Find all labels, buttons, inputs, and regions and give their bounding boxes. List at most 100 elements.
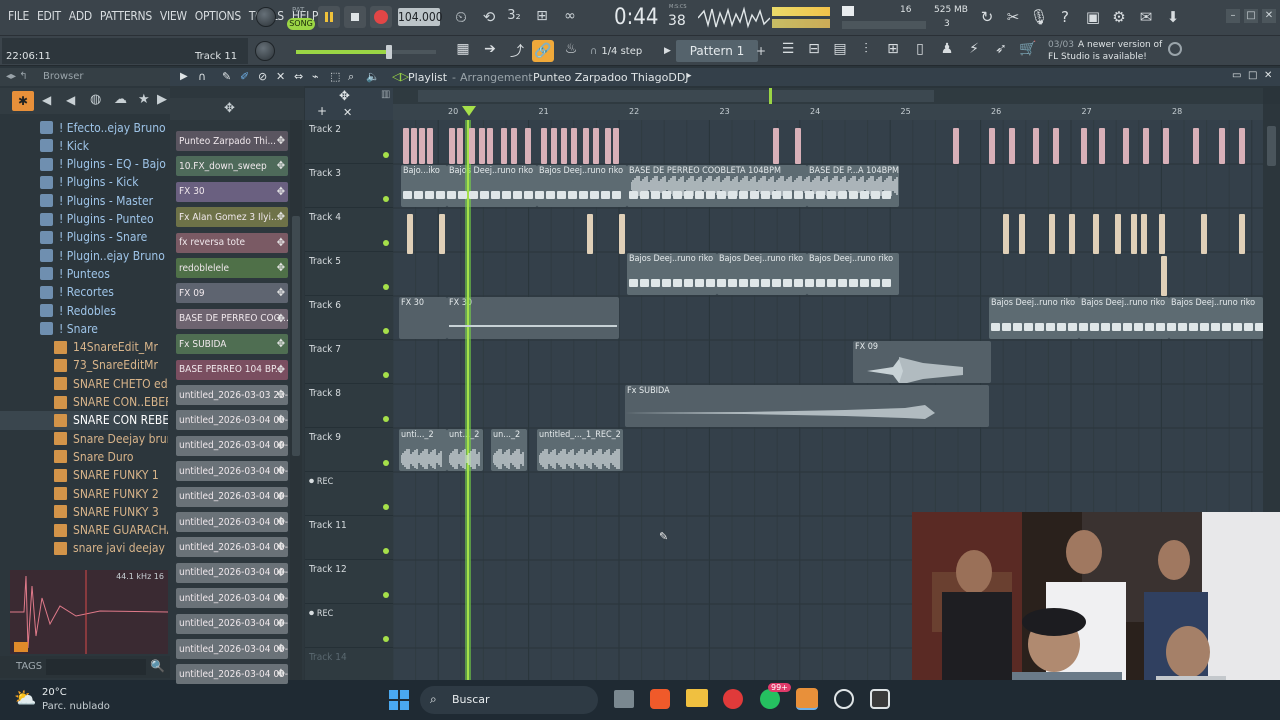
playlist-minimize-button[interactable]: ▭: [1232, 70, 1241, 81]
help-icon[interactable]: ?: [1054, 8, 1076, 28]
browser-item[interactable]: Snare Duro: [0, 447, 168, 466]
plugin-picker-icon[interactable]: ♟: [937, 41, 957, 61]
channel-button[interactable]: untitled_2026-03-04 00-... ✥: [176, 613, 288, 634]
clip-bajos[interactable]: Bajos Deej..runo riko: [537, 165, 627, 207]
clip-fx-30[interactable]: FX 30: [399, 297, 447, 339]
clip-hit[interactable]: [593, 128, 599, 164]
browser-item[interactable]: SNARE CON REBERB: [0, 410, 168, 430]
recording-app-icon[interactable]: [723, 689, 743, 709]
track-header[interactable]: Track 3: [305, 164, 393, 208]
add-pattern-icon[interactable]: +: [756, 42, 768, 60]
piano-mini-icon[interactable]: ▥: [381, 89, 390, 100]
select-tool-icon[interactable]: ⬚: [330, 70, 340, 83]
clip-hit[interactable]: [1009, 128, 1015, 164]
track-enable-led[interactable]: [383, 372, 389, 378]
clip-bajos[interactable]: Bajos Deej..runo riko: [717, 253, 807, 295]
channel-button[interactable]: FX 30 ✥: [176, 181, 288, 202]
metronome-icon[interactable]: ⏲: [450, 8, 472, 28]
clip-bajos[interactable]: Bajos Deej..runo riko: [627, 253, 717, 295]
browser-item[interactable]: Snare Deejay bruno: [0, 429, 168, 448]
channel-button[interactable]: FX 09 ✥: [176, 283, 288, 304]
brave-browser-icon[interactable]: [650, 689, 670, 709]
clip-hit[interactable]: [403, 128, 409, 164]
browser-prev-icon[interactable]: ◀: [66, 93, 75, 107]
clip-hit[interactable]: [605, 128, 611, 164]
browser-item[interactable]: 14SnareEdit_Mr: [0, 338, 168, 357]
browser-item[interactable]: ! Snare: [0, 319, 168, 338]
arrow-right-icon[interactable]: ➔: [479, 41, 501, 61]
clip-hit[interactable]: [511, 128, 517, 164]
clip-hit[interactable]: [1019, 214, 1025, 254]
channel-button[interactable]: untitled_2026-03-04 00-... ✥: [176, 512, 288, 532]
download-icon[interactable]: ⬇: [1162, 8, 1184, 28]
channel-button[interactable]: 10.FX_down_sweep ✥: [176, 156, 288, 177]
channel-move-icon[interactable]: ✥: [277, 540, 285, 553]
browser-item[interactable]: SNARE CHETO edit_Mr: [0, 374, 168, 393]
track-enable-led[interactable]: [383, 196, 389, 202]
menu-add[interactable]: ADD: [65, 9, 96, 23]
channel-button[interactable]: BASE PERREO 104 BP... ✥: [176, 359, 288, 380]
channel-move-icon[interactable]: ✥: [277, 413, 285, 426]
slider-handle[interactable]: [386, 45, 392, 59]
clip-bajos[interactable]: Bajos Deej..runo riko: [447, 165, 537, 207]
channel-button[interactable]: fx reversa tote ✥: [176, 232, 288, 253]
track-header[interactable]: Track 5: [305, 252, 393, 296]
sample-play-icon[interactable]: [14, 642, 28, 652]
chat-icon[interactable]: ✉: [1135, 8, 1157, 28]
track-enable-led[interactable]: [383, 152, 389, 158]
browser-globe-icon[interactable]: ◍: [90, 92, 101, 107]
clip-hit[interactable]: [457, 128, 463, 164]
clip-fx-subida[interactable]: Fx SUBIDA: [625, 385, 989, 427]
clip-hit[interactable]: [1193, 128, 1199, 164]
clip-hit[interactable]: [419, 128, 425, 164]
clip-hit[interactable]: [541, 128, 547, 164]
playlist-maximize-button[interactable]: □: [1248, 70, 1257, 81]
playlist-overview[interactable]: [393, 88, 1263, 104]
clip-hit[interactable]: [1033, 128, 1039, 164]
track-header[interactable]: ⏺ REC: [305, 472, 393, 516]
channel-button[interactable]: untitled_2026-03-04 00-... ✥: [176, 435, 288, 456]
menu-file[interactable]: FILE: [4, 9, 33, 23]
clip-bajos[interactable]: Bajos Deej..runo riko: [989, 297, 1079, 339]
channel-settings-icon[interactable]: ⊞: [883, 41, 903, 61]
snap-link-icon[interactable]: 🔗: [532, 40, 554, 62]
track-header[interactable]: Track 11: [305, 516, 393, 560]
channel-button[interactable]: untitled_2026-03-04 00-... ✥: [176, 562, 288, 583]
playlist-pattern-arrow-icon[interactable]: ▸: [687, 71, 692, 81]
playlist-magnet-icon[interactable]: ∩: [198, 70, 206, 83]
browser-item[interactable]: SNARE FUNKY 2: [0, 484, 168, 503]
browser-item[interactable]: ! Redobles: [0, 301, 168, 320]
browser-more-icon[interactable]: ▶: [157, 92, 167, 107]
channel-button[interactable]: untitled_2026-03-04 00-... ✥: [176, 461, 288, 482]
track-enable-led[interactable]: [383, 284, 389, 290]
tags-search-icon[interactable]: 🔍: [150, 659, 166, 675]
maximize-window-button[interactable]: □: [1244, 9, 1258, 23]
browser-item[interactable]: ! Efecto..ejay Bruno: [0, 118, 168, 137]
channel-button[interactable]: untitled_2026-03-04 00-... ✥: [176, 639, 288, 659]
mixer-settings-icon[interactable]: ⚙: [1108, 8, 1130, 28]
clip-hit[interactable]: [449, 128, 455, 164]
timeline-ruler[interactable]: 20 21 22 23 24 25 26 27 28: [393, 104, 1263, 120]
channel-button[interactable]: untitled_2026-03-03 23-... ✥: [176, 385, 288, 405]
clip-hit[interactable]: [479, 128, 485, 164]
track-header[interactable]: Track 12: [305, 560, 393, 604]
mute-tool-icon[interactable]: ✕: [276, 70, 285, 83]
clip-hit[interactable]: [1131, 214, 1137, 254]
channel-move-icon[interactable]: ✥: [277, 185, 285, 198]
playhead-marker-icon[interactable]: [462, 106, 478, 118]
draw-tool-icon[interactable]: ✎: [222, 70, 231, 83]
channel-move-icon[interactable]: ✥: [277, 363, 285, 376]
master-volume-knob[interactable]: [256, 7, 276, 27]
channel-button[interactable]: untitled_2026-03-04 00-... ✥: [176, 664, 288, 685]
clip-hit[interactable]: [587, 214, 593, 254]
channel-move-icon[interactable]: ✥: [277, 642, 285, 655]
clip-hit[interactable]: [551, 128, 557, 164]
app-icon[interactable]: [834, 689, 854, 709]
tags-input[interactable]: [46, 659, 146, 675]
clip-hit[interactable]: [953, 128, 959, 164]
clip-hit[interactable]: [427, 128, 433, 164]
countdown-icon[interactable]: ⟲: [478, 8, 500, 28]
browser-item[interactable]: ! Plugins - Kick: [0, 173, 168, 192]
channel-move-icon[interactable]: ✥: [277, 591, 285, 604]
playlist-arrow-icon[interactable]: ▶: [180, 71, 188, 82]
